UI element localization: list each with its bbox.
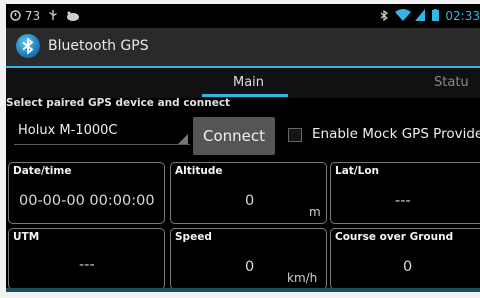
battery-icon (431, 9, 439, 24)
debug-icon (66, 10, 80, 24)
device-screen: 73 02:33 Bluetooth GPS Main Statu Select… (6, 4, 480, 292)
utm-title: UTM (13, 231, 40, 243)
latlon-panel: Lat/Lon --- (330, 162, 480, 224)
spinner-underline (14, 144, 190, 145)
wifi-icon (394, 9, 411, 24)
course-value: 0 (403, 259, 413, 275)
usb-icon (48, 9, 58, 24)
bluetooth-icon (380, 9, 389, 24)
device-spinner[interactable]: Holux M-1000C (14, 118, 190, 146)
course-title: Course over Ground (335, 231, 454, 243)
altitude-value: 0 (245, 193, 255, 209)
datetime-title: Date/time (13, 165, 72, 177)
speed-title: Speed (175, 231, 212, 243)
signal-icon (414, 9, 425, 24)
alarm-icon (10, 9, 21, 24)
datetime-panel: Date/time 00-00-00 00:00:00 (8, 162, 165, 224)
altitude-title: Altitude (175, 165, 223, 177)
altitude-unit: m (309, 205, 321, 219)
tab-status[interactable]: Statu (434, 75, 469, 90)
altitude-panel: Altitude 0 m (170, 162, 327, 224)
device-spinner-value: Holux M-1000C (18, 123, 118, 138)
spinner-dropdown-icon (178, 134, 188, 144)
speed-value: 0 (245, 259, 255, 275)
action-bar: Bluetooth GPS (6, 28, 480, 66)
latlon-title: Lat/Lon (335, 165, 380, 177)
tab-bar: Main Statu (6, 68, 480, 98)
latlon-value: --- (395, 193, 411, 209)
course-panel: Course over Ground 0 (330, 228, 480, 290)
datetime-value: 00-00-00 00:00:00 (19, 193, 155, 209)
app-title: Bluetooth GPS (48, 38, 149, 54)
notification-count: 73 (24, 9, 41, 23)
mock-gps-label[interactable]: Enable Mock GPS Provide (312, 126, 480, 142)
mock-gps-checkbox[interactable] (288, 128, 302, 142)
status-bar: 73 02:33 (6, 4, 480, 28)
connect-prompt: Select paired GPS device and connect (6, 97, 231, 109)
app-bluetooth-icon[interactable] (16, 34, 40, 58)
bottom-accent-bar (6, 288, 480, 292)
speed-unit: km/h (287, 271, 318, 285)
utm-panel: UTM --- (8, 228, 165, 290)
tab-main[interactable]: Main (233, 75, 264, 90)
speed-panel: Speed 0 km/h (170, 228, 327, 290)
utm-value: --- (79, 257, 95, 273)
connect-button[interactable]: Connect (193, 117, 275, 155)
clock: 02:33 (445, 9, 480, 23)
